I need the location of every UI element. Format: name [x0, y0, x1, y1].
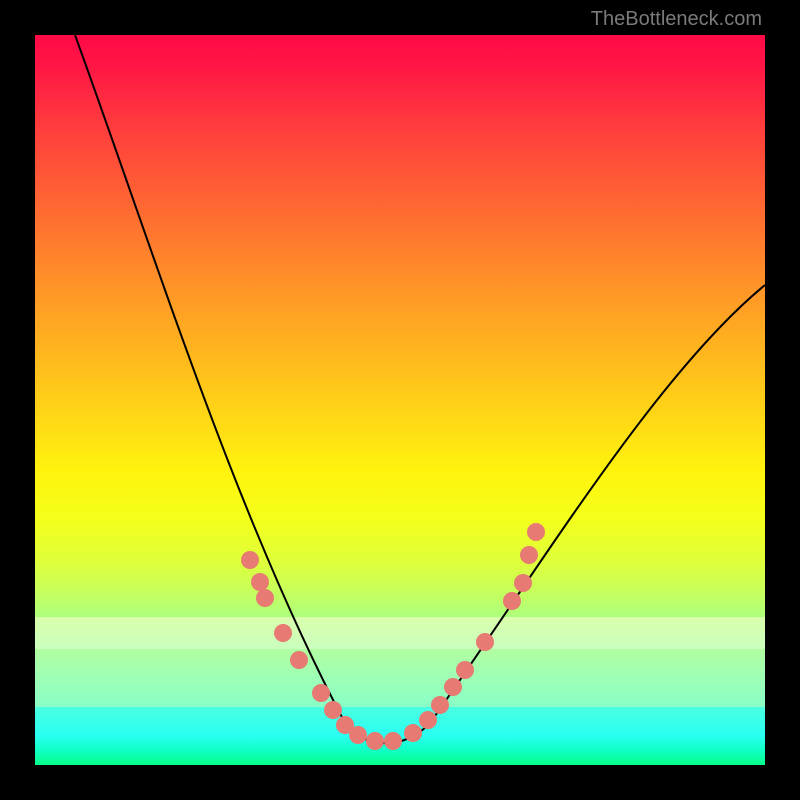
data-point	[274, 624, 292, 642]
data-point	[404, 724, 422, 742]
chart-overlay	[35, 35, 765, 765]
data-point	[456, 661, 474, 679]
data-point	[290, 651, 308, 669]
watermark-text: TheBottleneck.com	[591, 8, 762, 31]
data-point	[384, 732, 402, 750]
data-point	[312, 684, 330, 702]
data-point	[476, 633, 494, 651]
data-point	[419, 711, 437, 729]
data-point	[251, 573, 269, 591]
data-point	[256, 589, 274, 607]
data-point	[431, 696, 449, 714]
highlight-band	[35, 617, 765, 649]
highlight-band	[35, 649, 765, 707]
chart-frame: TheBottleneck.com	[0, 0, 800, 800]
data-point	[366, 732, 384, 750]
data-point	[241, 551, 259, 569]
data-point	[520, 546, 538, 564]
data-point	[444, 678, 462, 696]
data-point	[324, 701, 342, 719]
plot-area	[35, 35, 765, 765]
data-point	[527, 523, 545, 541]
data-point	[349, 726, 367, 744]
data-point	[514, 574, 532, 592]
data-point	[503, 592, 521, 610]
